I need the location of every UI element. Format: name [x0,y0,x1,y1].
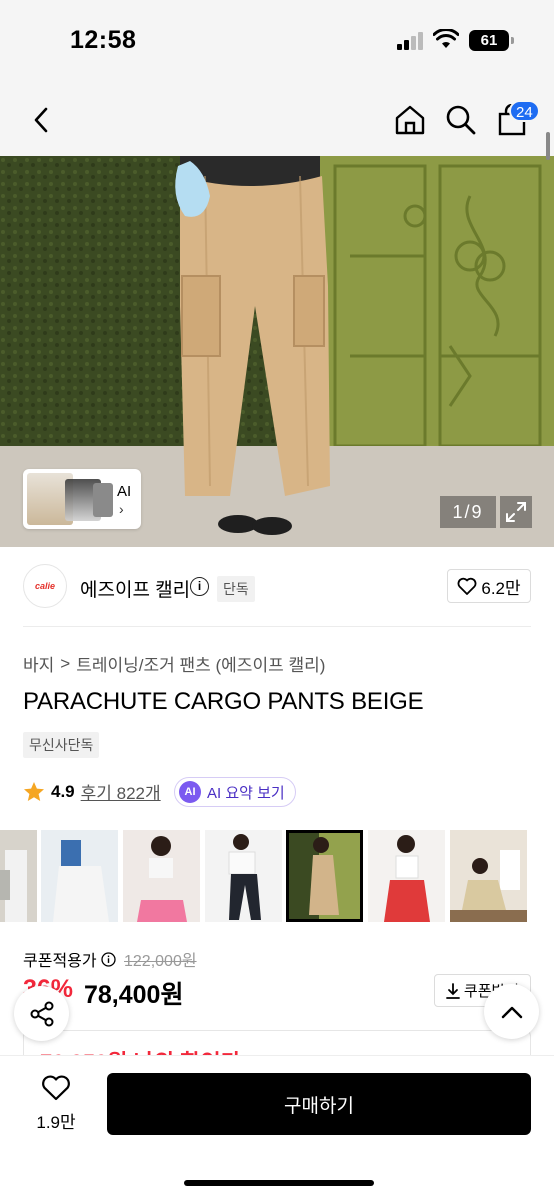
wifi-icon [433,29,459,48]
battery-indicator: 61 [469,30,514,51]
rating-score: 4.9 [51,781,75,801]
heart-icon [457,577,477,595]
home-button[interactable] [392,102,428,138]
scrollbar[interactable] [546,132,550,160]
model-thumbnail-3[interactable] [123,830,200,922]
thumbnail-photo [450,830,527,922]
similar-thumb-3 [93,483,113,517]
product-page: 12:58 61 24 AI › 1/9 calie 에즈이프 캘리 i 단독 … [0,0,554,1200]
product-title: PARACHUTE CARGO PANTS BEIGE [23,688,424,715]
home-icon [395,105,425,135]
breadcrumb-separator: > [60,653,71,673]
heart-icon [42,1075,70,1101]
exclusive-tag: 무신사단독 [23,732,100,758]
wishlist-count: 1.9만 [36,1113,76,1132]
brand-exclusive-tag: 단독 [217,576,255,602]
brand-like-count: 6.2만 [481,578,521,598]
download-icon [445,982,460,999]
info-icon[interactable] [100,951,116,967]
model-thumbnail-6[interactable] [368,830,445,922]
breadcrumb-subcategory[interactable]: 트레이닝/조거 팬츠 (에즈이프 캘리) [76,651,325,676]
brand-logo-text: calie [34,581,56,591]
original-price: 122,000원 [124,953,197,970]
info-icon[interactable]: i [190,577,209,596]
coupon-price-label: 쿠폰적용가 [23,947,116,971]
model-thumbnail-strip [0,830,554,922]
share-button[interactable] [14,986,69,1041]
status-time: 12:58 [70,26,137,54]
model-thumbnail-2[interactable] [41,830,118,922]
expand-icon [506,502,526,522]
ai-icon: AI [179,781,201,803]
thumbnail-photo [289,833,360,919]
status-bar: 12:58 61 [0,0,554,84]
chevron-right-icon: › [119,501,124,517]
rating-row: 4.9 후기 822개 [23,779,161,804]
breadcrumb-category[interactable]: 바지 [23,651,54,676]
breadcrumb: 바지 > 트레이닝/조거 팬츠 (에즈이프 캘리) [23,651,325,676]
brand-logo[interactable]: calie [23,564,67,608]
model-thumbnail-1[interactable] [0,830,37,922]
thumbnail-photo [368,830,445,922]
ai-label: AI [117,483,132,500]
scroll-to-top-button[interactable] [484,984,539,1039]
back-button[interactable] [24,102,58,138]
share-icon [30,1001,53,1026]
brand-like-button[interactable]: 6.2만 [447,569,531,603]
review-count-link[interactable]: 후기 822개 [81,779,161,804]
model-thumbnail-7[interactable] [450,830,527,922]
cart-count-badge: 24 [509,100,540,122]
ai-summary-button[interactable]: AI AI 요약 보기 [174,777,296,807]
wishlist-button[interactable]: 1.9만 [22,1075,90,1135]
model-thumbnail-4[interactable] [205,830,282,922]
search-icon [446,105,476,135]
final-price: 78,400원 [84,981,184,1009]
thumbnail-photo [205,830,282,922]
star-icon [24,781,44,801]
model-thumbnail-5-selected[interactable] [286,830,363,922]
signal-icon [397,32,423,50]
expand-button[interactable] [500,496,532,528]
thumbnail-photo [123,830,200,922]
coupon-price-text: 쿠폰적용가 [23,953,97,970]
buy-button[interactable]: 구매하기 [107,1073,531,1135]
search-button[interactable] [443,102,479,138]
divider [23,626,531,627]
ai-similar-images-button[interactable]: AI › [23,469,141,529]
chevron-up-icon [501,1006,522,1018]
home-indicator [184,1180,374,1186]
ai-summary-label: AI 요약 보기 [207,784,285,802]
brand-name[interactable]: 에즈이프 캘리 [80,575,190,602]
thumbnail-photo [41,830,118,922]
image-counter: 1/9 [440,496,496,528]
thumbnail-photo [0,830,37,922]
chevron-left-icon [34,107,48,133]
